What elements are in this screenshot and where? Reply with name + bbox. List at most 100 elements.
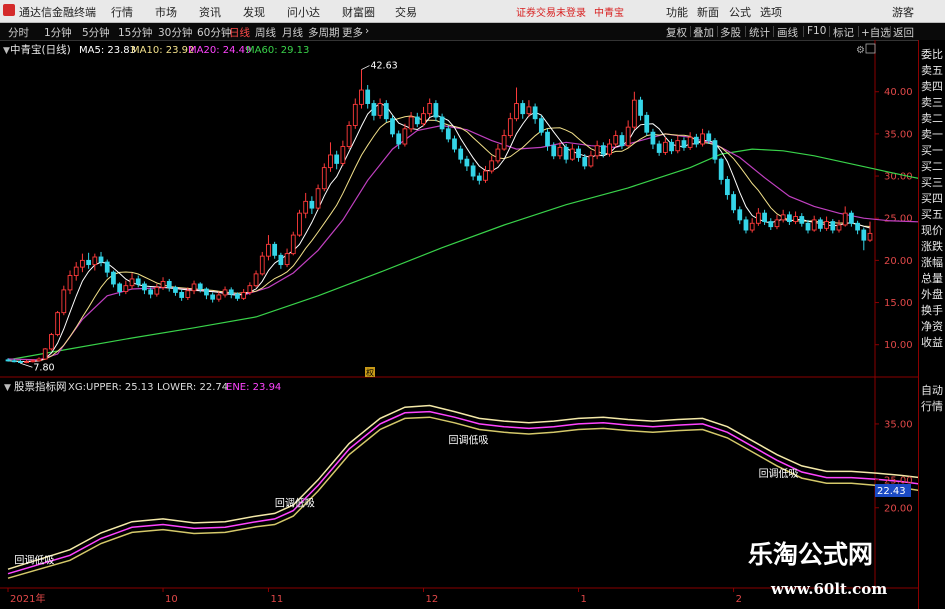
candle-body [452, 138, 457, 150]
guest-label[interactable]: 游客 [892, 4, 914, 20]
side-item-sell5[interactable]: 卖五 [921, 64, 945, 77]
ma60-line [7, 148, 918, 361]
candle-body [359, 89, 364, 105]
statistics-button[interactable]: 统计 [749, 25, 770, 40]
time-tick-label: 12 [425, 594, 438, 605]
indicator-title[interactable]: 股票指标网 [14, 380, 67, 393]
settings-gear-icon[interactable]: ⚙ [856, 45, 865, 56]
menu-market[interactable]: 市场 [155, 4, 177, 20]
indicator-toggle-icon[interactable]: ▼ [4, 383, 11, 393]
more-chevron-icon[interactable]: › [365, 25, 369, 37]
menu-news[interactable]: 资讯 [199, 4, 221, 20]
tab-monthly[interactable]: 月线 [282, 25, 303, 40]
menu-quotes[interactable]: 行情 [111, 4, 133, 20]
side-item-buy2[interactable]: 买二 [921, 160, 945, 173]
candle-body [303, 200, 309, 214]
tab-60min[interactable]: 60分钟 [197, 25, 231, 40]
side-item-sell4[interactable]: 卖四 [921, 80, 945, 93]
tab-daily[interactable]: 日线 [229, 25, 250, 40]
candle-body [377, 103, 383, 116]
back-button[interactable]: 返回 [893, 25, 914, 40]
menu-trade[interactable]: 交易 [395, 4, 417, 20]
tab-multi-period[interactable]: 多周期 [308, 25, 340, 40]
menu-formula[interactable]: 公式 [729, 4, 751, 20]
toolbar-divider [858, 26, 859, 37]
side-item-buy3[interactable]: 买三 [921, 176, 945, 189]
candle-body [191, 283, 197, 292]
side-item-volume[interactable]: 总量 [921, 272, 945, 285]
side-item-turnover[interactable]: 换手 [921, 304, 945, 317]
candle-body [414, 116, 420, 125]
tab-30min[interactable]: 30分钟 [158, 25, 192, 40]
watermark-title: 乐淘公式网 [748, 540, 874, 569]
high-price-marker: 42.63 [361, 61, 398, 72]
multi-stock-button[interactable]: 多股 [720, 25, 741, 40]
menu-wealth[interactable]: 财富圈 [342, 4, 375, 20]
xg-label: XG: [68, 382, 86, 393]
tab-intraday[interactable]: 分时 [8, 25, 29, 40]
side-item-earnings[interactable]: 收益 [921, 336, 945, 349]
login-warning[interactable]: 证券交易未登录 [516, 4, 586, 19]
candle-body [334, 154, 340, 164]
side-item-sell1[interactable]: 卖一 [921, 128, 945, 141]
side-item-buy1[interactable]: 买一 [921, 144, 945, 157]
kline-chart[interactable]: 中青宝(日线) ▼ MA5: 23.83 MA10: 23.92 MA20: 2… [0, 40, 918, 609]
candle-body [824, 221, 829, 229]
candle-body [340, 146, 346, 164]
candle-body [687, 136, 693, 148]
side-item-change[interactable]: 涨跌 [921, 240, 945, 253]
time-tick-label: 2 [736, 594, 742, 605]
period-toolbar: 分时 1分钟 5分钟 15分钟 30分钟 60分钟 日线 周线 月线 多周期 更… [0, 23, 945, 41]
candle-body [625, 126, 631, 147]
tab-5min[interactable]: 5分钟 [82, 25, 110, 40]
candle-body [538, 118, 544, 133]
menu-discover[interactable]: 发现 [243, 4, 265, 20]
candle-body [24, 361, 29, 364]
side-item-sell3[interactable]: 卖三 [921, 96, 945, 109]
time-tick-label: 11 [270, 594, 283, 605]
side-item-auto[interactable]: 自动 [921, 384, 945, 397]
menu-options[interactable]: 选项 [760, 4, 782, 20]
side-item-price[interactable]: 现价 [921, 224, 945, 237]
candle-body [216, 294, 222, 300]
candle-body [309, 200, 315, 209]
candle-body [495, 148, 501, 162]
candle-body [148, 289, 154, 295]
side-item-buy5[interactable]: 买五 [921, 208, 945, 221]
menu-ask[interactable]: 问小达 [287, 4, 320, 20]
add-watchlist-button[interactable]: +自选 [861, 25, 891, 40]
side-item-weibi[interactable]: 委比 [921, 48, 945, 61]
tab-1min[interactable]: 1分钟 [44, 25, 72, 40]
candle-body [117, 283, 122, 293]
side-item-quotes[interactable]: 行情 [921, 400, 945, 413]
adjust-button[interactable]: 复权 [666, 25, 687, 40]
toolbar-divider [829, 26, 830, 37]
mark-button[interactable]: 标记 [833, 25, 854, 40]
candle-body [557, 146, 563, 157]
candle-body [235, 293, 240, 299]
candle-body [818, 219, 823, 229]
maximize-icon[interactable] [865, 43, 876, 54]
side-item-buy4[interactable]: 买四 [921, 192, 945, 205]
menu-function[interactable]: 功能 [666, 4, 688, 20]
side-item-outer-disk[interactable]: 外盘 [921, 288, 945, 301]
candle-body [396, 133, 402, 145]
candle-body [520, 103, 526, 115]
tab-weekly[interactable]: 周线 [255, 25, 276, 40]
candle-body [805, 222, 811, 231]
side-item-change-pct[interactable]: 涨幅 [921, 256, 945, 269]
side-item-sell2[interactable]: 卖二 [921, 112, 945, 125]
side-item-net-assets[interactable]: 净资 [921, 320, 945, 333]
tab-more[interactable]: 更多 [342, 25, 363, 40]
panel-toggle-icon[interactable]: ▼ [3, 46, 10, 56]
menu-new-layout[interactable]: 新面 [697, 4, 719, 20]
tab-15min[interactable]: 15分钟 [118, 25, 152, 40]
toolbar-divider [803, 26, 804, 37]
candle-body [737, 209, 743, 221]
candle-body [681, 140, 687, 148]
candle-body [768, 221, 774, 228]
f10-button[interactable]: F10 [807, 25, 826, 37]
buy-signal-annotation: 回调低吸 [449, 434, 489, 447]
draw-line-button[interactable]: 画线 [777, 25, 798, 40]
overlay-button[interactable]: 叠加 [693, 25, 714, 40]
